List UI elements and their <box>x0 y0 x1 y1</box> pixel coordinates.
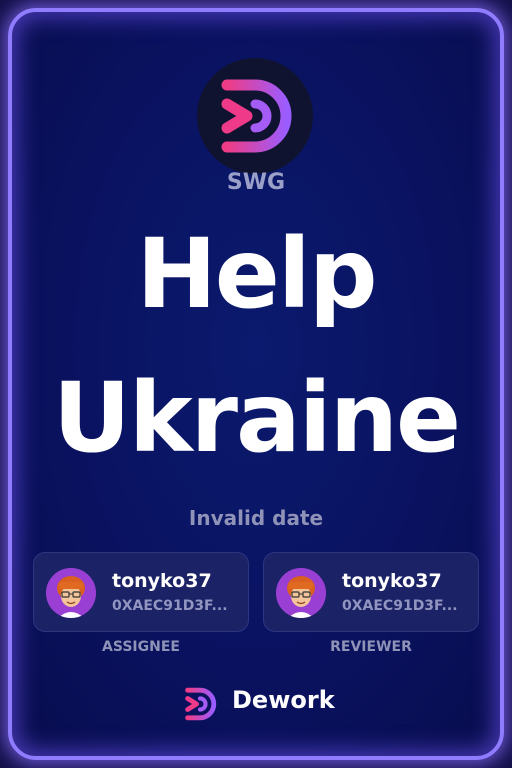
assignee-address: 0XAEC91D3F... <box>112 598 228 614</box>
due-date: Invalid date <box>188 506 324 530</box>
org-name: SWG <box>226 170 286 195</box>
avatar-icon <box>46 568 96 618</box>
bounty-title-line-1: Help <box>136 218 377 330</box>
avatar-icon <box>276 568 326 618</box>
assignee-label: ASSIGNEE <box>102 639 180 655</box>
org-logo <box>197 58 313 174</box>
reviewer-label: REVIEWER <box>330 639 412 655</box>
brand-name: Dework <box>232 686 335 714</box>
dework-logo-icon <box>185 687 217 721</box>
bounty-title-line-2: Ukraine <box>52 362 461 474</box>
dework-logo-icon <box>221 79 292 153</box>
assignee-card[interactable]: tonyko37 0XAEC91D3F... <box>33 552 249 632</box>
reviewer-address: 0XAEC91D3F... <box>342 598 458 614</box>
assignee-username: tonyko37 <box>112 570 212 592</box>
reviewer-username: tonyko37 <box>342 570 442 592</box>
reviewer-card[interactable]: tonyko37 0XAEC91D3F... <box>263 552 479 632</box>
